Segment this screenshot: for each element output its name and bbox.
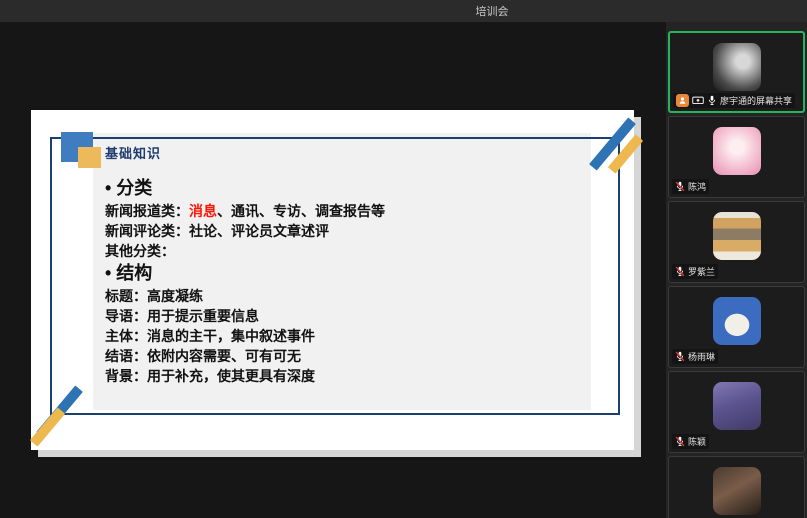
- slide-text-segment: 其他分类：: [105, 243, 175, 259]
- participant-avatar: [713, 297, 761, 345]
- slide-text-line: 导语：用于提示重要信息: [105, 306, 385, 326]
- participant-tile[interactable]: 罗紫兰: [668, 201, 805, 283]
- microphone-muted-icon: [675, 436, 685, 447]
- meeting-title: 培训会: [476, 3, 509, 19]
- slide-text-segment: 导语：用于提示重要信息: [105, 308, 259, 324]
- slide-text-segment: 标题：高度凝练: [105, 288, 203, 304]
- participant-tile[interactable]: 乔卓雅: [668, 456, 805, 518]
- slide-heading: • 结构: [105, 261, 385, 286]
- presenter-person-icon: [678, 96, 687, 105]
- participant-avatar: [713, 212, 761, 260]
- slide-text-segment: • 结构: [105, 263, 152, 283]
- participant-namebar: 陈鸿: [672, 179, 709, 194]
- participant-tile[interactable]: 陈鸿: [668, 116, 805, 198]
- slide-lines: • 分类新闻报道类：消息、通讯、专访、调查报告等新闻评论类：社论、评论员文章述评…: [105, 176, 385, 386]
- microphone-muted-icon: [675, 266, 685, 277]
- slide-text-segment: 主体：消息的主干，集中叙述事件: [105, 328, 315, 344]
- slide-text-segment: • 分类: [105, 178, 152, 198]
- microphone-muted-icon: [675, 181, 685, 192]
- slide-text-line: 背景：用于补充，使其更具有深度: [105, 366, 385, 386]
- participant-namebar: 杨雨琳: [672, 349, 718, 364]
- participant-tile[interactable]: 廖宇通的屏幕共享: [668, 31, 805, 113]
- participant-name: 罗紫兰: [688, 265, 715, 278]
- participant-avatar: [713, 467, 761, 515]
- slide-text-segment: 结语：依附内容需要、可有可无: [105, 348, 301, 364]
- slide-text-segment: 新闻评论类：社论、评论员文章述评: [105, 223, 329, 239]
- participant-namebar: 陈颖: [672, 434, 709, 449]
- presenter-badge-icon: [676, 94, 689, 107]
- slide-title: 基础知识: [105, 143, 161, 162]
- slide-text-line: 结语：依附内容需要、可有可无: [105, 346, 385, 366]
- slide-text-segment: 背景：用于补充，使其更具有深度: [105, 368, 315, 384]
- slide-text-line: 其他分类：: [105, 241, 385, 261]
- participant-avatar: [713, 382, 761, 430]
- microphone-muted-icon: [675, 351, 685, 362]
- participant-tile[interactable]: 杨雨琳: [668, 286, 805, 368]
- slide-text-line: 主体：消息的主干，集中叙述事件: [105, 326, 385, 346]
- slide-text-line: 标题：高度凝练: [105, 286, 385, 306]
- participant-namebar: 廖宇通的屏幕共享: [673, 93, 795, 108]
- slide-text-segment: 、通讯、专访、调查报告等: [217, 203, 385, 219]
- participant-name: 杨雨琳: [688, 350, 715, 363]
- participant-name: 廖宇通的屏幕共享: [720, 94, 792, 107]
- microphone-icon: [707, 95, 717, 106]
- presentation-slide: 基础知识 • 分类新闻报道类：消息、通讯、专访、调查报告等新闻评论类：社论、评论…: [31, 110, 634, 450]
- participants-sidebar: 廖宇通的屏幕共享陈鸿罗紫兰杨雨琳陈颖乔卓雅: [666, 22, 807, 518]
- participant-name: 陈鸿: [688, 180, 706, 193]
- slide-text-segment: 新闻报道类：: [105, 203, 189, 219]
- participant-tile[interactable]: 陈颖: [668, 371, 805, 453]
- slide-text-highlight: 消息: [189, 203, 217, 219]
- screen-share-icon: [692, 96, 704, 106]
- decor-ribbon-bottom-left-yellow: [30, 407, 65, 446]
- slide-heading: • 分类: [105, 176, 385, 201]
- screen-share-view: 基础知识 • 分类新闻报道类：消息、通讯、专访、调查报告等新闻评论类：社论、评论…: [0, 22, 666, 518]
- slide-text-line: 新闻报道类：消息、通讯、专访、调查报告等: [105, 201, 385, 221]
- meeting-titlebar: 培训会: [0, 0, 807, 22]
- slide-text-line: 新闻评论类：社论、评论员文章述评: [105, 221, 385, 241]
- decor-yellow-square: [78, 147, 101, 168]
- participant-avatar: [713, 127, 761, 175]
- participant-namebar: 罗紫兰: [672, 264, 718, 279]
- participant-avatar: [713, 43, 761, 91]
- participant-name: 陈颖: [688, 435, 706, 448]
